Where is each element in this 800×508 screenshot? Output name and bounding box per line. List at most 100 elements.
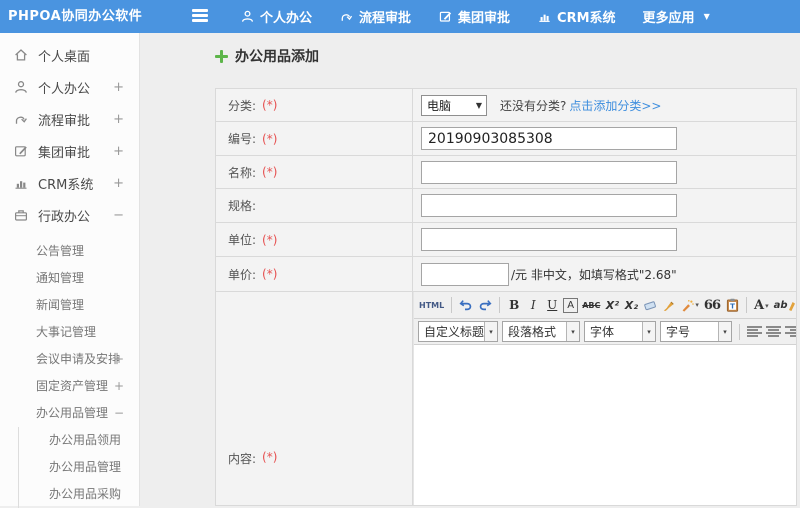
name-input[interactable] [421, 160, 677, 184]
office-supply-form: 分类: (*) 电脑 ▼ 还没有分类? 点击添加分类>> 编号: (*) 名称: (*… [215, 88, 797, 506]
nav-group-approval[interactable]: 集团审批 [438, 7, 510, 26]
field-label: 名称: [228, 165, 257, 180]
select-value: 段落格式 [508, 325, 557, 339]
expand-toggle[interactable]: + [113, 176, 124, 191]
collapse-toggle[interactable]: − [113, 208, 124, 223]
toolbar-separator [739, 323, 740, 340]
font-color-button[interactable]: A ▾ [753, 295, 770, 315]
user-icon [241, 10, 254, 22]
redo-button[interactable] [477, 295, 493, 315]
sidebar-item-admin-office[interactable]: 行政办公 − [0, 199, 139, 231]
undo-button[interactable] [458, 295, 474, 315]
hamburger-icon[interactable] [192, 9, 208, 23]
caret-down-icon: ▾ [484, 322, 497, 341]
field-label: 单价: [228, 267, 257, 282]
custom-heading-select[interactable]: 自定义标题 ▾ [418, 321, 498, 342]
brush-icon [664, 301, 675, 311]
sidebar-item-crm[interactable]: CRM系统 + [0, 167, 139, 199]
sidebar-item-personal-office[interactable]: 个人办公 + [0, 71, 139, 103]
nav-more-apps[interactable]: 更多应用 ▼ [643, 7, 710, 26]
paste-text-button[interactable]: T [724, 295, 740, 315]
font-family-select[interactable]: 字体 ▾ [584, 321, 656, 342]
caret-down-icon: ▾ [718, 322, 731, 341]
home-icon [15, 49, 27, 61]
briefcase-icon [14, 210, 28, 221]
italic-button[interactable]: I [525, 295, 541, 315]
sidebar-subitem-supplies-manage[interactable]: 办公用品管理 [19, 454, 139, 481]
bold-button[interactable]: B [506, 295, 522, 315]
sidebar-item-group-approval[interactable]: 集团审批 + [0, 135, 139, 167]
font-color-label: A [754, 297, 765, 313]
subitem-label: 办公用品领用 [49, 433, 122, 447]
sidebar-subitem-notices[interactable]: 通知管理 [0, 265, 139, 292]
nav-label: 个人办公 [260, 11, 313, 26]
bar-chart-icon [15, 181, 27, 189]
flow-icon [341, 14, 353, 21]
add-category-link[interactable]: 点击添加分类>> [569, 97, 661, 114]
caret-down-icon: ▾ [695, 301, 699, 309]
sidebar-item-workflow-approval[interactable]: 流程审批 + [0, 103, 139, 135]
font-size-select[interactable]: 字号 ▾ [660, 321, 732, 342]
pen-icon [788, 301, 795, 311]
expand-toggle[interactable]: + [114, 373, 124, 400]
align-left-icon[interactable] [747, 325, 762, 338]
expand-toggle[interactable]: + [113, 80, 124, 95]
page-title: 办公用品添加 [215, 46, 319, 66]
sidebar-subitem-events[interactable]: 大事记管理 [0, 319, 139, 346]
unit-input[interactable] [421, 228, 677, 251]
blockquote-button[interactable]: 66 [703, 295, 721, 315]
sidebar-subitem-office-supplies[interactable]: 办公用品管理 − [0, 400, 139, 427]
form-row-name: 名称: (*) [216, 156, 796, 189]
caret-down-icon: ▾ [765, 300, 769, 310]
category-select[interactable]: 电脑 ▼ [421, 94, 487, 116]
subitem-label: 办公用品采购 [49, 487, 122, 501]
editor-content-area[interactable] [414, 345, 796, 505]
nav-crm-system[interactable]: CRM系统 [537, 7, 616, 26]
nav-label: CRM系统 [557, 11, 616, 26]
subitem-label: 会议申请及安排 [36, 352, 121, 366]
format-paint-button[interactable]: ▾ [680, 295, 700, 315]
align-right-icon[interactable] [785, 325, 796, 338]
html-source-button[interactable]: HTML [418, 295, 445, 315]
expand-toggle[interactable]: + [113, 144, 124, 159]
underline-button[interactable]: U [544, 295, 560, 315]
paragraph-format-select[interactable]: 段落格式 ▾ [502, 321, 580, 342]
category-hint: 还没有分类? [500, 98, 567, 113]
spec-input[interactable] [421, 194, 677, 217]
subitem-label: 新闻管理 [36, 298, 85, 312]
sidebar-subitem-announcements[interactable]: 公告管理 [0, 238, 139, 265]
nav-personal-office[interactable]: 个人办公 [240, 7, 312, 26]
sidebar-subitem-supplies-purchase[interactable]: 办公用品采购 [19, 481, 139, 508]
strikethrough-button[interactable]: ABC [581, 295, 601, 315]
select-value: 字号 [666, 325, 691, 339]
superscript-button[interactable]: X² [604, 295, 620, 315]
expand-toggle[interactable]: + [113, 112, 124, 127]
nav-workflow-approval[interactable]: 流程审批 [339, 7, 411, 26]
office-supplies-submenu: 办公用品领用 办公用品管理 办公用品采购 [18, 427, 139, 508]
sidebar-subitem-meetings[interactable]: 会议申请及安排 + [0, 346, 139, 373]
code-input[interactable] [421, 127, 677, 150]
field-label: 分类: [228, 98, 257, 113]
sidebar-subitem-news[interactable]: 新闻管理 [0, 292, 139, 319]
font-style-button[interactable]: A [563, 297, 579, 313]
collapse-toggle[interactable]: − [114, 400, 124, 427]
align-center-icon[interactable] [766, 325, 781, 338]
remove-format-button[interactable] [642, 295, 658, 315]
price-input[interactable] [421, 262, 509, 286]
required-mark: (*) [262, 450, 278, 464]
highlight-color-button[interactable]: ab▾ [773, 295, 796, 315]
sidebar-subitem-fixed-assets[interactable]: 固定资产管理 + [0, 373, 139, 400]
subitem-label: 公告管理 [36, 244, 85, 258]
sidebar-item-desktop[interactable]: 个人桌面 [0, 39, 139, 71]
subitem-label: 大事记管理 [36, 325, 97, 339]
paint-icon [682, 299, 695, 312]
sidebar-subitem-supplies-requisition[interactable]: 办公用品领用 [19, 427, 139, 454]
subscript-button[interactable]: X₂ [623, 295, 639, 315]
clean-html-button[interactable] [661, 295, 677, 315]
undo-icon [459, 300, 472, 311]
expand-toggle[interactable]: + [114, 346, 124, 373]
clipboard-icon: T [726, 298, 738, 312]
editor-toolbar-row2: 自定义标题▾ 段落格式▾ 字体▾ 字号▾ ∞ [414, 319, 796, 345]
field-label: 规格: [228, 199, 257, 213]
admin-office-submenu: 公告管理 通知管理 新闻管理 大事记管理 会议申请及安排 + 固定资产管理 + 办公… [0, 238, 139, 508]
